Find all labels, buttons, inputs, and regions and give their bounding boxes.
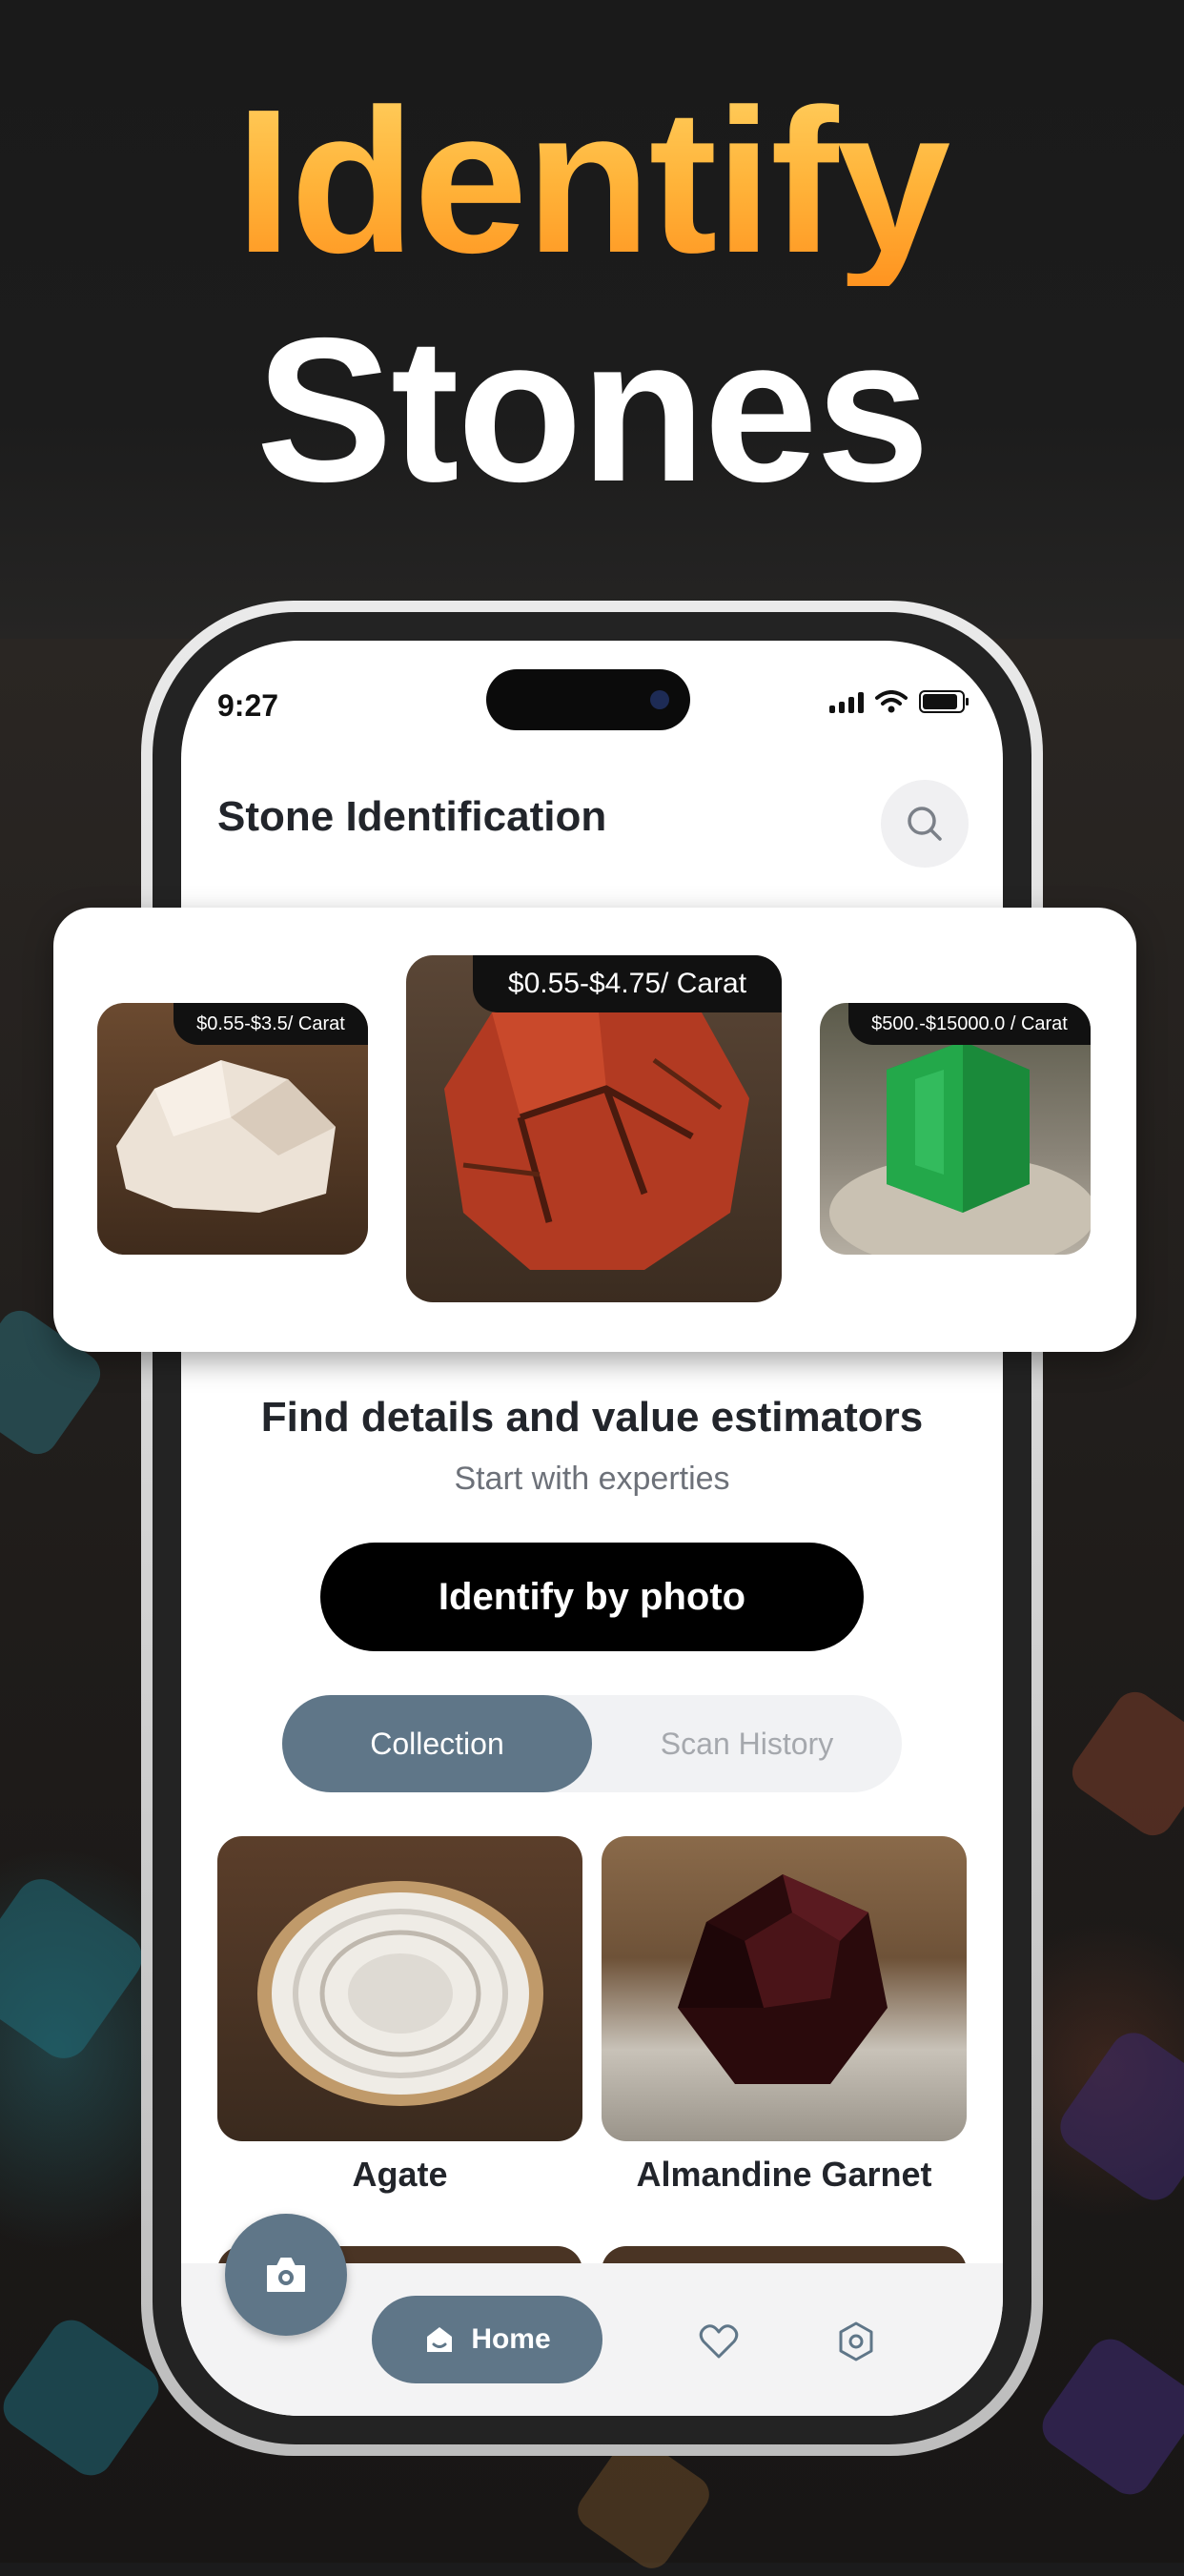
tab-collection[interactable]: Collection — [282, 1695, 592, 1792]
carousel-card-white-stone[interactable]: $0.55-$3.5/ Carat — [97, 1003, 368, 1255]
background-gem — [1064, 1684, 1184, 1844]
home-tab-label: Home — [471, 2323, 551, 2355]
status-time: 9:27 — [217, 688, 279, 723]
settings-icon[interactable] — [835, 2320, 877, 2362]
price-tag-emerald: $500.-$15000.0 / Carat — [848, 1003, 1091, 1045]
price-tag-white-stone: $0.55-$3.5/ Carat — [174, 1003, 368, 1045]
app-title: Stone Identification — [217, 793, 607, 840]
stone-price-carousel: $0.55-$3.5/ Carat $0.55-$4.75/ Carat $50… — [53, 908, 1136, 1352]
carousel-card-emerald[interactable]: $500.-$15000.0 / Carat — [820, 1003, 1091, 1255]
collection-label-agate: Agate — [352, 2155, 448, 2194]
find-details-title: Find details and value estimators — [260, 1394, 924, 1441]
find-details-subtitle: Start with experties — [454, 1461, 730, 1497]
background-gem — [0, 2311, 168, 2484]
front-camera — [650, 690, 669, 709]
headline-identify: Identify — [0, 76, 1184, 286]
home-icon — [427, 2327, 453, 2352]
camera-icon — [267, 2258, 305, 2292]
carousel-card-red-jasper[interactable]: $0.55-$4.75/ Carat — [406, 955, 782, 1302]
dynamic-island — [486, 669, 690, 730]
collection-history-toggle: Collection Scan History — [282, 1695, 902, 1792]
status-icons — [829, 690, 969, 713]
camera-scan-button[interactable] — [225, 2214, 347, 2336]
identify-by-photo-button[interactable]: Identify by photo — [320, 1543, 864, 1651]
headline-stones: Stones — [255, 295, 930, 524]
price-tag-red-jasper: $0.55-$4.75/ Carat — [473, 955, 782, 1012]
background-gem — [1033, 2330, 1184, 2504]
background-gem — [1051, 2023, 1184, 2210]
battery-icon — [919, 690, 969, 713]
collection-card-almandine-garnet[interactable] — [602, 1836, 967, 2141]
agate-image — [257, 1881, 543, 2106]
almandine-garnet-image — [678, 1874, 888, 2084]
collection-card-agate[interactable] — [217, 1836, 582, 2141]
background-gem — [0, 1869, 153, 2069]
wifi-icon — [875, 690, 908, 713]
collection-label-almandine-garnet: Almandine Garnet — [636, 2155, 932, 2194]
search-icon — [908, 807, 942, 841]
tab-scan-history[interactable]: Scan History — [592, 1695, 902, 1792]
heart-icon[interactable] — [698, 2320, 740, 2362]
home-tab[interactable]: Home — [372, 2296, 602, 2383]
cellular-signal-icon — [829, 692, 864, 713]
search-button[interactable] — [881, 780, 969, 868]
